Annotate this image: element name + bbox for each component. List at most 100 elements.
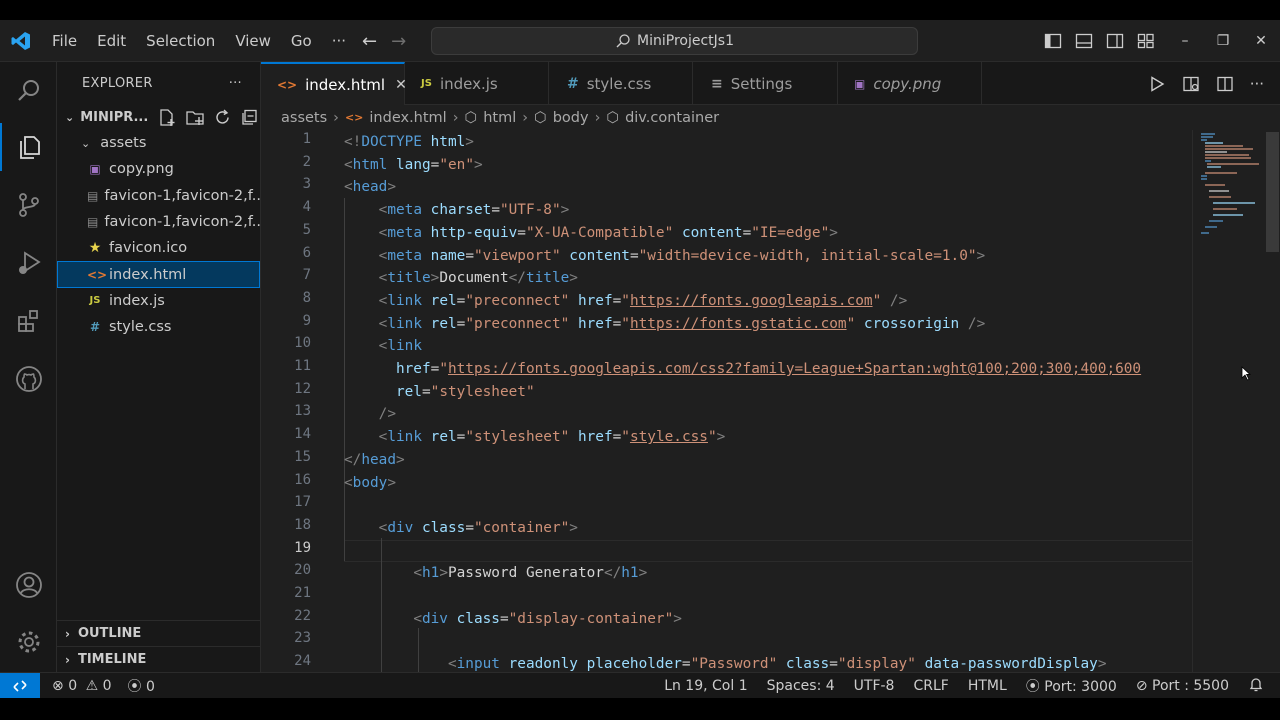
tree-file-style-css[interactable]: # style.css xyxy=(57,314,260,340)
breadcrumb-item[interactable]: html xyxy=(483,110,516,126)
search-icon[interactable] xyxy=(0,66,57,114)
project-root[interactable]: ⌄ MINIPR... xyxy=(57,104,260,130)
minimize-icon[interactable]: – xyxy=(1166,33,1204,49)
collapse-all-icon[interactable] xyxy=(240,108,259,127)
tab-index-html[interactable]: <> index.html ✕ xyxy=(261,62,407,105)
code-line: /> xyxy=(378,406,396,423)
menu-view[interactable]: View xyxy=(225,20,281,62)
generic-file-icon: ▤ xyxy=(87,215,99,230)
line-number: 8 xyxy=(302,289,311,306)
menu-file[interactable]: File xyxy=(42,20,87,62)
run-icon[interactable] xyxy=(1148,75,1166,93)
tree-folder-assets[interactable]: ⌄ assets xyxy=(57,130,260,156)
indentation[interactable]: Spaces: 4 xyxy=(767,678,835,694)
line-number: 22 xyxy=(294,607,311,624)
code-editor[interactable]: 1 2 3 4 5 6 7 8 9 10 11 12 13 14 15 16 17 18 19 20 21 22 23 24 … xyxy=(261,130,1280,672)
code-line: <!DOCTYPE html> xyxy=(344,134,474,150)
source-control-icon[interactable] xyxy=(0,181,57,229)
tab-label: Settings xyxy=(730,74,793,93)
chevron-down-icon: ⌄ xyxy=(81,136,91,150)
extensions-icon[interactable] xyxy=(0,297,57,345)
menu-go[interactable]: Go xyxy=(281,20,322,62)
tab-settings[interactable]: ≡ Settings xyxy=(693,62,838,105)
line-number: 9 xyxy=(302,312,311,329)
open-preview-icon[interactable] xyxy=(1182,75,1200,93)
tab-label: style.css xyxy=(586,74,652,93)
code-line: <input readonly placeholder="Password" c… xyxy=(447,656,1107,672)
settings-gear-icon[interactable] xyxy=(0,618,57,666)
line-number: 5 xyxy=(302,221,311,238)
nav-arrows: ← → xyxy=(362,20,406,62)
remote-indicator[interactable] xyxy=(0,672,40,699)
tab-copy-png[interactable]: ▣ copy.png xyxy=(838,62,982,105)
problems-indicator[interactable]: ⊗ 0 ⚠ 0 xyxy=(52,678,112,694)
code-line: <meta charset="UTF-8"> xyxy=(378,202,570,219)
cursor-position[interactable]: Ln 19, Col 1 xyxy=(664,678,747,694)
refresh-icon[interactable] xyxy=(213,108,232,127)
command-center-search[interactable]: MiniProjectJs1 xyxy=(431,27,918,55)
account-icon[interactable] xyxy=(0,561,57,609)
live-server-indicator[interactable]: ⊘ Port : 5500 xyxy=(1136,678,1229,694)
line-number: 23 xyxy=(294,630,311,647)
tab-style-css[interactable]: # style.css xyxy=(549,62,693,105)
split-editor-icon[interactable] xyxy=(1216,75,1234,93)
language-mode[interactable]: HTML xyxy=(968,678,1007,694)
end-of-line[interactable]: CRLF xyxy=(913,678,948,694)
restore-icon[interactable]: ❐ xyxy=(1204,33,1242,49)
tab-label: index.js xyxy=(439,74,498,93)
line-number: 2 xyxy=(302,153,311,170)
no-entry-icon: ⊘ xyxy=(1135,678,1148,694)
menu-selection[interactable]: Selection xyxy=(136,20,225,62)
new-folder-icon[interactable] xyxy=(185,108,205,127)
mouse-cursor-icon xyxy=(1241,366,1251,381)
html-file-icon: <> xyxy=(344,111,364,124)
port-label: Port: 3000 xyxy=(1044,679,1117,695)
tree-item-label: favicon-1,favicon-2,f... xyxy=(104,214,260,231)
ports-indicator[interactable]: ⦿ 0 xyxy=(128,676,155,696)
close-window-icon[interactable]: ✕ xyxy=(1242,33,1280,49)
customize-layout-icon[interactable] xyxy=(1137,32,1155,50)
run-debug-icon[interactable] xyxy=(0,239,57,287)
breadcrumb-item[interactable]: index.html xyxy=(369,110,446,126)
line-number: 21 xyxy=(294,585,311,601)
tree-file-copy-png[interactable]: ▣ copy.png xyxy=(57,156,260,182)
outline-section[interactable]: › OUTLINE xyxy=(57,620,261,646)
tree-file-favicon-2[interactable]: ▤ favicon-1,favicon-2,f... xyxy=(57,209,260,235)
window-controls: – ❐ ✕ xyxy=(1166,20,1280,62)
more-actions-icon[interactable]: ··· xyxy=(1250,75,1264,93)
tree-file-index-html[interactable]: <> index.html xyxy=(57,261,260,288)
explorer-sidebar: EXPLORER ··· ⌄ MINIPR... ⌄ assets ▣ copy… xyxy=(57,62,261,672)
back-arrow-icon[interactable]: ← xyxy=(362,31,377,52)
vscode-logo-icon xyxy=(0,20,42,62)
tree-file-index-js[interactable]: JS index.js xyxy=(57,288,260,314)
toggle-panel-icon[interactable] xyxy=(1075,32,1093,50)
explorer-icon[interactable] xyxy=(0,123,57,171)
scrollbar-thumb[interactable] xyxy=(1266,132,1279,252)
new-file-icon[interactable] xyxy=(158,108,177,127)
tree-file-favicon-1[interactable]: ▤ favicon-1,favicon-2,f... xyxy=(57,183,260,209)
code-area[interactable]: <!DOCTYPE html> <html lang="en"> <head> <m… xyxy=(344,130,1192,672)
tree-file-favicon-ico[interactable]: ★ favicon.ico xyxy=(57,235,260,261)
chevron-right-icon: › xyxy=(333,109,339,126)
explorer-more-button[interactable]: ··· xyxy=(229,76,242,91)
timeline-section[interactable]: › TIMELINE xyxy=(57,646,261,672)
chevron-down-icon: ⌄ xyxy=(65,110,75,124)
search-icon xyxy=(616,34,630,48)
port-3000-indicator[interactable]: ⦿ Port: 3000 xyxy=(1026,676,1117,696)
status-left: ⊗ 0 ⚠ 0 ⦿ 0 xyxy=(52,676,155,696)
minimap[interactable] xyxy=(1192,130,1264,672)
breadcrumb-item[interactable]: assets xyxy=(281,110,327,126)
breadcrumb-item[interactable]: div.container xyxy=(625,110,719,126)
github-icon[interactable] xyxy=(0,355,57,403)
tab-index-js[interactable]: JS index.js xyxy=(405,62,549,105)
toggle-secondary-sidebar-icon[interactable] xyxy=(1106,32,1124,50)
encoding[interactable]: UTF-8 xyxy=(854,678,895,694)
menu-more[interactable]: ··· xyxy=(322,20,356,62)
status-right: Ln 19, Col 1 Spaces: 4 UTF-8 CRLF HTML ⦿… xyxy=(664,673,1264,699)
breadcrumb-item[interactable]: body xyxy=(553,110,589,126)
forward-arrow-icon[interactable]: → xyxy=(391,31,406,52)
vertical-scrollbar[interactable] xyxy=(1264,130,1280,672)
toggle-sidebar-icon[interactable] xyxy=(1044,32,1062,50)
bell-icon[interactable] xyxy=(1248,676,1264,696)
menu-edit[interactable]: Edit xyxy=(87,20,136,62)
